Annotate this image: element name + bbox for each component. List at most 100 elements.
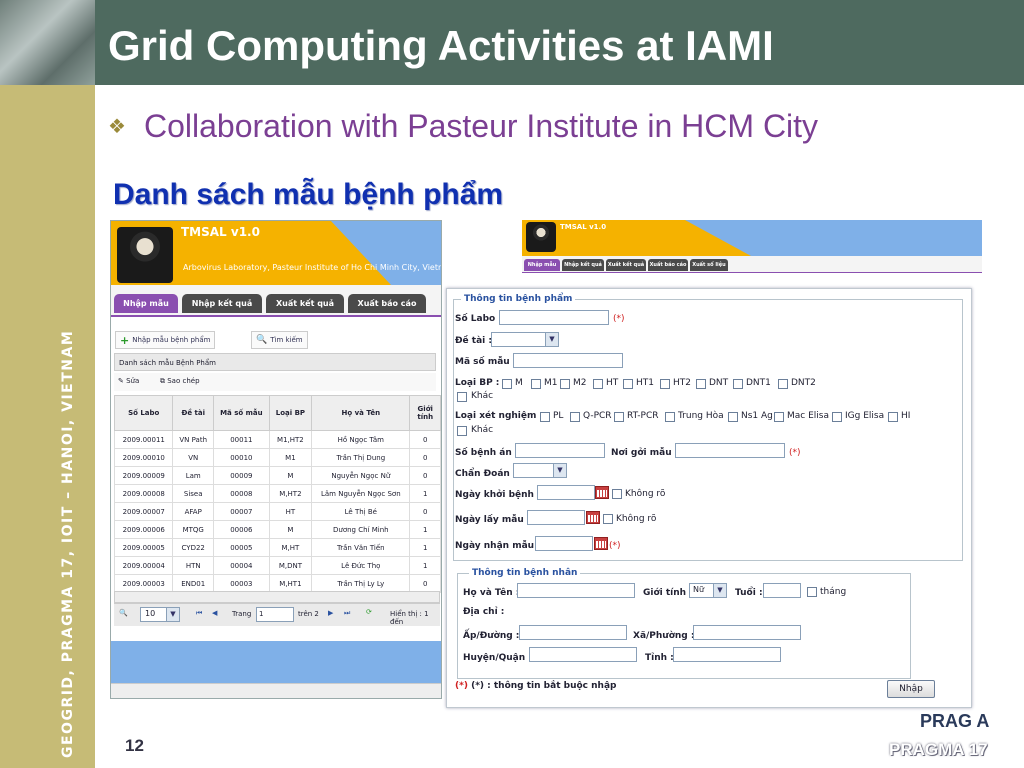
- tab-nhap-ket-qua[interactable]: Nhập kết quả: [182, 294, 262, 313]
- table-cell: VN Path: [172, 430, 214, 449]
- next-page-icon[interactable]: ▶: [328, 609, 333, 617]
- loai-xn-options-checkbox[interactable]: [888, 412, 898, 422]
- ngay-lay-mau-khong-ro-checkbox[interactable]: [603, 514, 613, 524]
- tab-nhap-mau[interactable]: Nhập mẫu: [114, 294, 178, 313]
- table-cell: Hồ Ngọc Tâm: [311, 430, 411, 449]
- col-so-labo[interactable]: Số Labo: [113, 395, 174, 431]
- tab2-xuat-so-lieu[interactable]: Xuất sổ liệu: [690, 259, 728, 271]
- table-row[interactable]: 2009.00004 HTN 00004 M,DNT Lê Đức Thọ 1: [113, 556, 441, 575]
- ngay-nhan-mau-input[interactable]: [535, 536, 593, 551]
- tab2-nhap-ket-qua[interactable]: Nhập kết quả: [562, 259, 604, 271]
- loai-bp-options-checkbox[interactable]: [778, 379, 788, 389]
- table-cell: Lâm Nguyễn Ngọc Sơn: [311, 484, 411, 503]
- col-ho-va-ten[interactable]: Họ và Tên: [311, 395, 411, 431]
- refresh-icon[interactable]: ⟳: [366, 608, 372, 616]
- last-page-icon[interactable]: ⏭: [344, 609, 350, 618]
- specimen-form: Thông tin bệnh phẩm Số Labo : (*) Đề tài…: [446, 288, 972, 708]
- thang-checkbox[interactable]: [807, 587, 817, 597]
- loai-xn-options-checkbox[interactable]: [832, 412, 842, 422]
- table-row[interactable]: 2009.00011 VN Path 00011 M1,HT2 Hồ Ngọc Tâm 0: [113, 430, 441, 449]
- tab-xuat-ket-qua[interactable]: Xuất kết quả: [266, 294, 344, 313]
- xa-phuong-input[interactable]: [693, 625, 801, 640]
- table-cell: Dương Chí Minh: [311, 520, 411, 539]
- tuoi-input[interactable]: [763, 583, 801, 598]
- page-input[interactable]: 1: [256, 607, 294, 622]
- loai-bp-khac-checkbox[interactable]: [457, 392, 467, 402]
- submit-button[interactable]: Nhập: [887, 680, 935, 698]
- pasteur-portrait: [117, 227, 173, 283]
- gioi-tinh-select[interactable]: Nữ ▼: [689, 583, 727, 598]
- loai-xn-options-checkbox[interactable]: [774, 412, 784, 422]
- table-row[interactable]: 2009.00008 Sisea 00008 M,HT2 Lâm Nguyễn Ngọc…: [113, 484, 441, 503]
- slide-title: Grid Computing Activities at IAMI: [108, 22, 774, 69]
- loai-xn-options-option-label: Mac Elisa: [787, 411, 829, 421]
- ap-duong-input[interactable]: [519, 625, 627, 640]
- ngay-khoi-benh-khong-ro-checkbox[interactable]: [612, 489, 622, 499]
- table-hscrollbar[interactable]: [114, 591, 440, 603]
- loai-bp-options-checkbox[interactable]: [502, 379, 512, 389]
- ngay-khoi-benh-input[interactable]: [537, 485, 595, 500]
- so-benh-an-input[interactable]: [515, 443, 605, 458]
- loai-xn-options-checkbox[interactable]: [540, 412, 550, 422]
- table-row[interactable]: 2009.00006 MTQG 00006 M Dương Chí Minh 1: [113, 520, 441, 539]
- thang-label: tháng: [820, 587, 847, 597]
- loai-xn-options-checkbox[interactable]: [614, 412, 624, 422]
- calendar-icon[interactable]: [594, 537, 608, 550]
- search-icon[interactable]: 🔍: [119, 609, 128, 617]
- loai-bp-options-checkbox[interactable]: [696, 379, 706, 389]
- ngay-lay-mau-input[interactable]: [527, 510, 585, 525]
- copy-button[interactable]: ⧉ Sao chép: [160, 377, 200, 386]
- window-hscrollbar[interactable]: [111, 683, 441, 698]
- calendar-icon[interactable]: [586, 511, 600, 524]
- tab-xuat-bao-cao[interactable]: Xuất báo cáo: [348, 294, 426, 313]
- search-button[interactable]: 🔍 Tìm kiếm: [251, 331, 308, 349]
- col-ma-so-mau[interactable]: Mã số mẫu: [213, 395, 270, 431]
- tab2-xuat-bao-cao[interactable]: Xuất báo cáo: [648, 259, 688, 271]
- gioi-tinh-label: Giới tính :: [643, 588, 693, 598]
- calendar-icon[interactable]: [595, 486, 609, 499]
- loai-xn-options-checkbox[interactable]: [665, 412, 675, 422]
- loai-bp-options-checkbox[interactable]: [623, 379, 633, 389]
- col-loai-bp[interactable]: Loại BP: [268, 395, 313, 431]
- page-size-select[interactable]: 10 ▼: [140, 607, 180, 622]
- loai-xn-options-option-label: Trung Hòa: [678, 411, 724, 421]
- edit-button[interactable]: ✎ Sửa: [118, 377, 139, 385]
- add-specimen-button[interactable]: + Nhập mẫu bệnh phẩm: [115, 331, 216, 349]
- prev-page-icon[interactable]: ◀: [212, 609, 217, 617]
- table-cell: M,HT1: [268, 574, 313, 593]
- de-tai-select[interactable]: ▼: [491, 332, 559, 347]
- loai-bp-options-checkbox[interactable]: [733, 379, 743, 389]
- table-row[interactable]: 2009.00005 CYD22 00005 M,HT Trần Văn Tiến 1: [113, 538, 441, 557]
- loai-bp-options-checkbox[interactable]: [560, 379, 570, 389]
- noi-goi-mau-input[interactable]: [675, 443, 785, 458]
- tab2-nhap-mau[interactable]: Nhập mẫu: [524, 259, 560, 271]
- loai-bp-options-checkbox[interactable]: [593, 379, 603, 389]
- chan-doan-select[interactable]: ▼: [513, 463, 567, 478]
- table-row[interactable]: 2009.00007 AFAP 00007 HT Lê Thị Bé 0: [113, 502, 441, 521]
- loai-xn-options-checkbox[interactable]: [728, 412, 738, 422]
- loai-bp-options-checkbox[interactable]: [531, 379, 541, 389]
- patient-legend: Thông tin bệnh nhân: [469, 568, 581, 578]
- col-de-tai[interactable]: Đề tài: [172, 395, 214, 431]
- table-cell: 00007: [213, 502, 270, 521]
- first-page-icon[interactable]: ⏮: [196, 609, 202, 618]
- table-cell: 0: [409, 448, 441, 467]
- so-labo-input[interactable]: [499, 310, 609, 325]
- huyen-quan-input[interactable]: [529, 647, 637, 662]
- loai-bp-options-checkbox[interactable]: [660, 379, 670, 389]
- tinh-input[interactable]: [673, 647, 781, 662]
- col-gioi-tinh[interactable]: Giới tính: [409, 395, 441, 431]
- table-row[interactable]: 2009.00009 Lam 00009 M Nguyễn Ngọc Nữ 0: [113, 466, 441, 485]
- loai-xn-khac-checkbox[interactable]: [457, 426, 467, 436]
- noi-goi-mau-label: Nơi gởi mẫu :: [611, 448, 679, 458]
- loai-xn-options-checkbox[interactable]: [570, 412, 580, 422]
- table-row[interactable]: 2009.00010 VN 00010 M1 Trần Thị Dung 0: [113, 448, 441, 467]
- required-mark: (*): [613, 314, 625, 324]
- loai-bp-options-option-label: DNT1: [746, 378, 771, 388]
- table-cell: 00009: [213, 466, 270, 485]
- ho-va-ten-input[interactable]: [517, 583, 635, 598]
- table-row[interactable]: 2009.00003 END01 00003 M,HT1 Trần Thị Ly Ly 0: [113, 574, 441, 593]
- tab2-xuat-ket-qua[interactable]: Xuất kết quả: [606, 259, 646, 271]
- table-cell: 0: [409, 466, 441, 485]
- ma-so-mau-input[interactable]: [513, 353, 623, 368]
